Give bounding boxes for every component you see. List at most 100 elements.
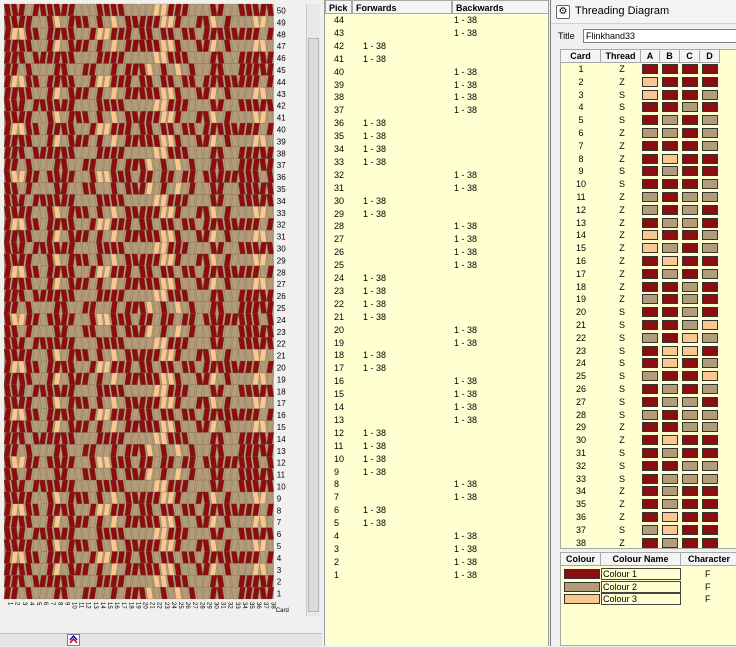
hole-colour-swatch[interactable] <box>702 512 718 522</box>
card-row[interactable]: 19 Z <box>561 293 736 306</box>
colour-swatch[interactable] <box>564 594 600 604</box>
thread-direction[interactable]: Z <box>603 281 641 293</box>
card-row[interactable]: 11 Z <box>561 191 736 204</box>
hole-colour-swatch[interactable] <box>682 435 698 446</box>
hole-colour-swatch[interactable] <box>682 204 698 215</box>
hole-colour-swatch[interactable] <box>682 345 698 356</box>
title-input[interactable] <box>583 29 736 43</box>
thread-direction[interactable]: Z <box>603 434 641 446</box>
colour-column-header[interactable]: Colour <box>561 553 601 566</box>
thread-direction[interactable]: S <box>603 178 641 190</box>
pick-row[interactable]: 12 1 - 38 <box>325 427 548 440</box>
thread-direction[interactable]: S <box>603 473 641 485</box>
pick-row[interactable]: 10 1 - 38 <box>325 453 548 466</box>
hole-colour-swatch[interactable] <box>682 76 698 87</box>
hole-colour-swatch[interactable] <box>662 371 678 382</box>
hole-colour-swatch[interactable] <box>702 217 718 228</box>
hole-colour-swatch[interactable] <box>702 166 718 177</box>
hole-colour-swatch[interactable] <box>642 128 658 138</box>
card-row[interactable]: 1Z <box>561 63 736 76</box>
thread-direction[interactable]: Z <box>603 511 641 523</box>
hole-colour-swatch[interactable] <box>662 153 678 164</box>
hole-colour-swatch[interactable] <box>642 76 658 87</box>
hole-colour-swatch[interactable] <box>662 460 678 471</box>
thread-direction[interactable]: S <box>603 383 641 395</box>
card-row[interactable]: 3S <box>561 89 736 102</box>
hole-colour-swatch[interactable] <box>662 281 678 292</box>
hole-colour-swatch[interactable] <box>642 384 658 394</box>
card-row[interactable]: 16 Z <box>561 255 736 268</box>
hole-colour-swatch[interactable] <box>642 179 658 190</box>
hole-colour-swatch[interactable] <box>642 192 658 202</box>
hole-colour-swatch[interactable] <box>682 230 698 241</box>
hole-colour-swatch[interactable] <box>642 460 658 471</box>
hole-colour-swatch[interactable] <box>702 128 718 138</box>
hole-colour-swatch[interactable] <box>702 268 718 279</box>
card-row[interactable]: 25 S <box>561 370 736 383</box>
hole-colour-swatch[interactable] <box>682 128 698 138</box>
hole-colour-swatch[interactable] <box>682 396 698 407</box>
hole-colour-swatch[interactable] <box>642 243 658 254</box>
thread-direction[interactable]: S <box>603 409 641 421</box>
hole-colour-swatch[interactable] <box>642 64 658 74</box>
hole-colour-swatch[interactable] <box>682 140 698 151</box>
thread-direction[interactable]: Z <box>603 153 641 165</box>
hole-colour-swatch[interactable] <box>662 499 678 510</box>
hole-colour-swatch[interactable] <box>662 422 678 433</box>
hole-colour-swatch[interactable] <box>642 396 658 407</box>
card-row[interactable]: 30 Z <box>561 434 736 447</box>
hole-colour-swatch[interactable] <box>702 435 718 446</box>
card-row[interactable]: 6Z <box>561 127 736 140</box>
hole-colour-swatch[interactable] <box>642 102 658 113</box>
hole-colour-swatch[interactable] <box>662 524 678 535</box>
hole-colour-swatch[interactable] <box>662 294 678 305</box>
hole-colour-swatch[interactable] <box>662 256 678 266</box>
hole-colour-swatch[interactable] <box>682 294 698 305</box>
hole-colour-swatch[interactable] <box>662 204 678 215</box>
hole-colour-swatch[interactable] <box>682 179 698 190</box>
hole-colour-swatch[interactable] <box>702 115 718 126</box>
hole-colour-swatch[interactable] <box>702 294 718 305</box>
hole-colour-swatch[interactable] <box>642 140 658 151</box>
pick-row[interactable]: 34 1 - 38 <box>325 143 548 156</box>
hole-colour-swatch[interactable] <box>682 422 698 433</box>
hole-colour-swatch[interactable] <box>662 409 678 420</box>
hole-colour-swatch[interactable] <box>642 358 658 369</box>
pick-row[interactable]: 7 1 - 38 <box>325 491 548 504</box>
hole-colour-swatch[interactable] <box>682 102 698 113</box>
hole-colour-swatch[interactable] <box>682 115 698 126</box>
pick-row[interactable]: 36 1 - 38 <box>325 117 548 130</box>
card-row[interactable]: 38 Z <box>561 537 736 550</box>
card-row[interactable]: 9S <box>561 165 736 178</box>
pick-row[interactable]: 40 1 - 38 <box>325 66 548 79</box>
pick-row[interactable]: 42 1 - 38 <box>325 40 548 53</box>
pick-row[interactable]: 17 1 - 38 <box>325 362 548 375</box>
hole-colour-swatch[interactable] <box>702 307 718 318</box>
forwards-column-header[interactable]: Forwards <box>352 0 452 14</box>
hole-colour-swatch[interactable] <box>662 192 678 202</box>
thread-direction[interactable]: S <box>603 319 641 331</box>
hole-colour-swatch[interactable] <box>642 486 658 497</box>
pick-row[interactable]: 29 1 - 38 <box>325 208 548 221</box>
hole-colour-swatch[interactable] <box>642 345 658 356</box>
character-column-header[interactable]: Character <box>681 553 736 566</box>
hole-colour-swatch[interactable] <box>662 512 678 522</box>
card-row[interactable]: 27 S <box>561 396 736 409</box>
hole-colour-swatch[interactable] <box>702 192 718 202</box>
card-row[interactable]: 24 S <box>561 357 736 370</box>
card-row[interactable]: 15 Z <box>561 242 736 255</box>
hole-colour-swatch[interactable] <box>702 396 718 407</box>
thread-direction[interactable]: Z <box>603 498 641 510</box>
pick-row[interactable]: 14 1 - 38 <box>325 401 548 414</box>
hole-colour-swatch[interactable] <box>682 473 698 484</box>
hole-colour-swatch[interactable] <box>662 115 678 126</box>
hole-colour-swatch[interactable] <box>702 102 718 113</box>
card-row[interactable]: 33 S <box>561 473 736 486</box>
card-row[interactable]: 32 S <box>561 460 736 473</box>
hole-colour-swatch[interactable] <box>642 320 658 330</box>
colour-name[interactable]: Colour 3 <box>601 593 681 605</box>
hole-colour-swatch[interactable] <box>702 153 718 164</box>
card-row[interactable]: 7Z <box>561 140 736 153</box>
hole-colour-swatch[interactable] <box>702 179 718 190</box>
hole-colour-swatch[interactable] <box>642 537 658 548</box>
